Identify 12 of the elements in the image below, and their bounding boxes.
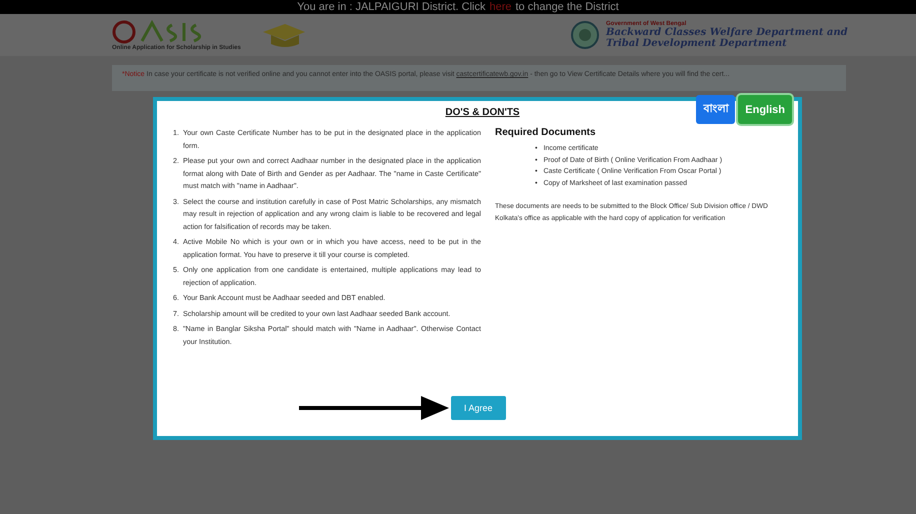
district-text: You are in : JALPAIGURI District. Click [297, 0, 486, 14]
district-text: to change the District [515, 0, 619, 14]
arrow-icon [299, 396, 449, 420]
graduation-cap-icon [260, 22, 307, 48]
language-button[interactable]: English [738, 95, 792, 124]
department-name: Backward Classes Welfare Department and Tribal Development Department [606, 27, 849, 49]
dialog-title: DO'S & DON'TS [445, 107, 520, 118]
change-district-link[interactable]: here [489, 0, 512, 14]
language-button[interactable]: বাংলা [696, 95, 736, 124]
documents-heading: Required Documents [495, 127, 597, 138]
agree-button[interactable]: I Agree [451, 396, 506, 420]
emblem-icon [570, 20, 600, 50]
